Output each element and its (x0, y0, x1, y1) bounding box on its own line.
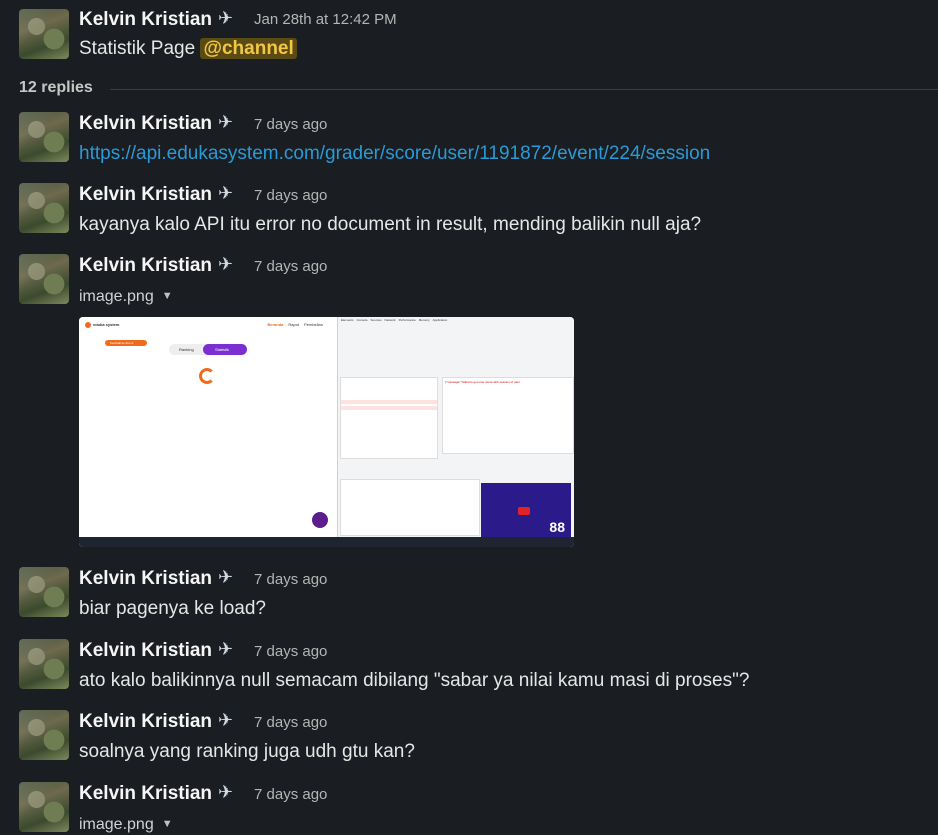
message-link[interactable]: https://api.edukasystem.com/grader/score… (79, 143, 710, 165)
nav-pembelian[interactable]: Pembelian (304, 322, 323, 327)
devtools-tab[interactable]: Console (357, 318, 368, 322)
author-label[interactable]: Kelvin Kristian (79, 568, 212, 589)
nav-rapot[interactable]: Rapot (288, 322, 299, 327)
promo-video[interactable]: 88 (481, 483, 571, 537)
devtools-tab[interactable]: Network (385, 318, 396, 322)
error-row[interactable] (341, 406, 437, 410)
airplane-icon: ✈ (218, 782, 234, 802)
message-text: kayanya kalo API itu error no document i… (79, 214, 702, 235)
airplane-icon: ✈ (218, 567, 234, 587)
back-button[interactable]: Kembali ke Event (105, 340, 147, 346)
author-name[interactable]: Kelvin Kristian ✈ (79, 183, 233, 206)
devtools-tab[interactable]: Elements (341, 318, 354, 322)
promo-text: 88 (549, 519, 565, 535)
airplane-icon: ✈ (218, 8, 234, 28)
response-text: {"message":"failed to get user score wit… (445, 380, 520, 384)
avatar[interactable] (19, 639, 69, 689)
preview-nav: Beranda Rapot Pembelian (267, 322, 323, 327)
author-name[interactable]: Kelvin Kristian ✈ (79, 782, 233, 805)
image-preview[interactable]: eduka system Beranda Rapot Pembelian Kem… (79, 317, 574, 547)
author-name[interactable]: Kelvin Kristian ✈ (79, 639, 233, 662)
avatar[interactable] (19, 782, 69, 832)
tab-switch: Ranking Statistik (169, 344, 247, 355)
file-name[interactable]: image.png ▼ (79, 816, 173, 834)
airplane-icon: ✈ (218, 183, 234, 203)
tab-statistik-label[interactable]: Statistik (215, 347, 229, 352)
preview-webapp: eduka system Beranda Rapot Pembelian Kem… (79, 317, 337, 537)
nav-beranda[interactable]: Beranda (267, 322, 283, 327)
loading-spinner-icon (199, 368, 215, 384)
message-text: ato kalo balikinnya null semacam dibilan… (79, 670, 750, 691)
response-panel: {"message":"failed to get user score wit… (442, 377, 574, 454)
message-text: Statistik Page @channel (79, 38, 297, 60)
airplane-icon: ✈ (218, 112, 234, 132)
whats-new-panel (340, 479, 480, 536)
author-label[interactable]: Kelvin Kristian (79, 783, 212, 804)
timestamp[interactable]: 7 days ago (254, 187, 327, 204)
timestamp[interactable]: 7 days ago (254, 786, 327, 803)
author-label[interactable]: Kelvin Kristian (79, 184, 212, 205)
brand-text: eduka system (93, 322, 120, 327)
file-name[interactable]: image.png ▼ (79, 288, 173, 306)
author-name[interactable]: Kelvin Kristian ✈ (79, 112, 233, 135)
message-text: soalnya yang ranking juga udh gtu kan? (79, 741, 415, 762)
airplane-icon: ✈ (218, 254, 234, 274)
author-label[interactable]: Kelvin Kristian (79, 9, 212, 30)
airplane-icon: ✈ (218, 710, 234, 730)
thread-divider (110, 89, 938, 90)
back-button-label: Kembali ke Event (110, 341, 134, 345)
avatar[interactable] (19, 254, 69, 304)
airplane-icon: ✈ (218, 639, 234, 659)
preview-taskbar (79, 537, 574, 547)
timestamp[interactable]: 7 days ago (254, 571, 327, 588)
chevron-down-icon[interactable]: ▼ (162, 290, 173, 302)
file-label[interactable]: image.png (79, 816, 154, 833)
author-name[interactable]: Kelvin Kristian ✈ (79, 567, 233, 590)
error-row[interactable] (341, 400, 437, 404)
network-list (340, 377, 438, 459)
file-label[interactable]: image.png (79, 288, 154, 305)
author-name[interactable]: Kelvin Kristian ✈ (79, 8, 233, 31)
avatar[interactable] (19, 183, 69, 233)
timestamp[interactable]: 7 days ago (254, 258, 327, 275)
chevron-down-icon[interactable]: ▼ (162, 818, 173, 830)
message-text: biar pagenya ke load? (79, 598, 266, 619)
play-icon[interactable] (518, 507, 530, 515)
tab-ranking-label[interactable]: Ranking (179, 347, 194, 352)
avatar[interactable] (19, 567, 69, 617)
devtools-tabs: Elements Console Sources Network Perform… (341, 318, 447, 322)
avatar[interactable] (19, 112, 69, 162)
devtools-tab[interactable]: Performance (399, 318, 416, 322)
channel-mention[interactable]: @channel (200, 38, 297, 59)
reply-count: 12 replies (19, 79, 93, 96)
avatar[interactable] (19, 9, 69, 59)
devtools-tab[interactable]: Sources (371, 318, 382, 322)
author-name[interactable]: Kelvin Kristian ✈ (79, 710, 233, 733)
timestamp[interactable]: 7 days ago (254, 116, 327, 133)
chat-bubble-icon[interactable] (312, 512, 328, 528)
brand-logo: eduka system (85, 321, 119, 329)
avatar[interactable] (19, 710, 69, 760)
message-body: Statistik Page (79, 38, 196, 59)
devtools-tab[interactable]: Application (433, 318, 448, 322)
author-name[interactable]: Kelvin Kristian ✈ (79, 254, 233, 277)
author-label[interactable]: Kelvin Kristian (79, 113, 212, 134)
preview-devtools: Elements Console Sources Network Perform… (337, 317, 574, 537)
author-label[interactable]: Kelvin Kristian (79, 711, 212, 732)
devtools-tab[interactable]: Memory (419, 318, 430, 322)
timestamp[interactable]: 7 days ago (254, 714, 327, 731)
author-label[interactable]: Kelvin Kristian (79, 255, 212, 276)
author-label[interactable]: Kelvin Kristian (79, 640, 212, 661)
timestamp[interactable]: Jan 28th at 12:42 PM (254, 11, 397, 28)
timestamp[interactable]: 7 days ago (254, 643, 327, 660)
